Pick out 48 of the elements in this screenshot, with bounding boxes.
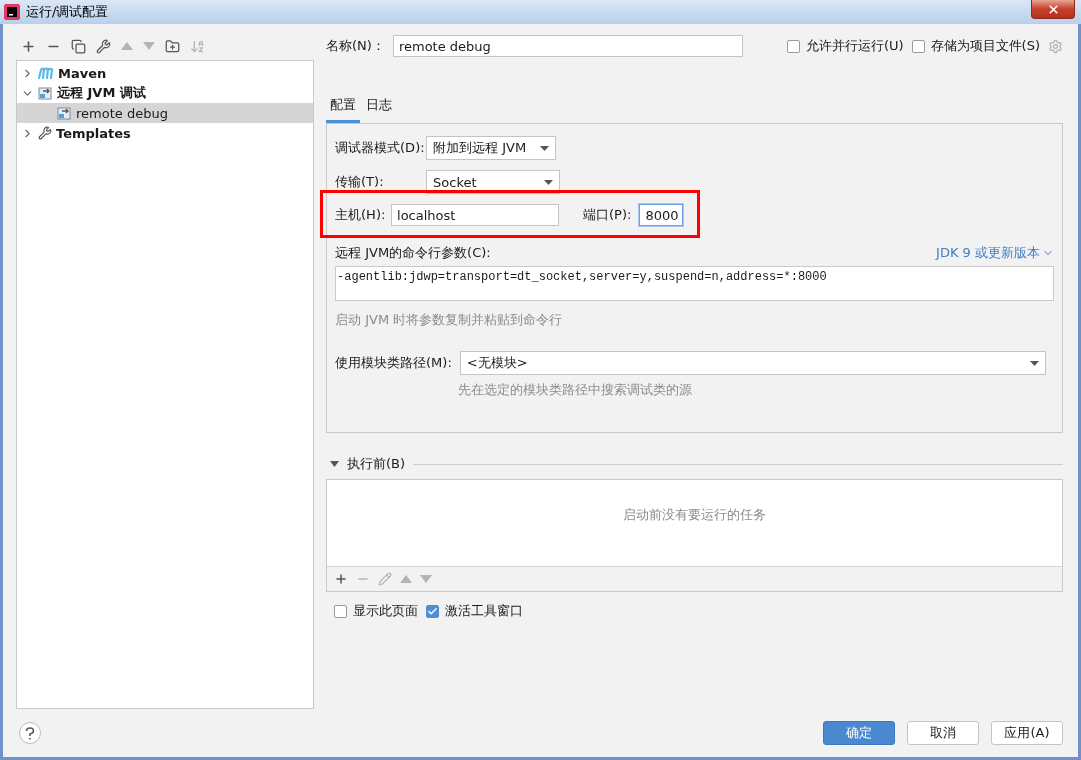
remote-config-icon	[38, 86, 53, 100]
hint-text: 先在选定的模块类路径中搜索调试类的源	[458, 381, 694, 399]
tab[interactable]: 配置	[326, 92, 361, 123]
tree-item[interactable]: Templates	[17, 123, 314, 143]
dropdown-caret-icon	[540, 145, 550, 151]
debugger-mode-dropdown[interactable]: 附加到远程 JVM	[426, 136, 557, 160]
field-label: 远程 JVM的命令行参数(C):	[335, 244, 491, 262]
empty-text: 启动前没有要运行的任务	[623, 506, 766, 524]
checkbox[interactable]: 激活工具窗口	[426, 602, 524, 620]
question-mark-icon	[25, 726, 35, 740]
tree-item[interactable]: remote debug	[17, 103, 314, 123]
port-field[interactable]: 8000	[639, 204, 684, 226]
field-label: 名称(N)：	[326, 37, 385, 55]
folder-plus-icon[interactable]	[164, 37, 181, 55]
remote-config-icon	[57, 106, 72, 120]
dropdown-caret-icon	[544, 179, 554, 185]
hint-text: 启动 JVM 时将参数复制并粘贴到命令行	[335, 311, 564, 329]
checkbox[interactable]: 允许并行运行(U)	[786, 37, 904, 55]
copy-icon[interactable]	[70, 37, 87, 55]
tab[interactable]: 日志	[362, 92, 397, 123]
close-icon	[1046, 2, 1060, 16]
tree-item[interactable]: 远程 JVM 调试	[17, 83, 314, 103]
field-label: 端口(P):	[583, 206, 632, 224]
dialog-button[interactable]: 应用(A)	[991, 721, 1063, 745]
module-dropdown[interactable]: <无模块>	[459, 351, 1046, 375]
field-label: 主机(H):	[335, 206, 384, 224]
help-button[interactable]	[19, 722, 41, 744]
section-title: 执行前(B)	[347, 455, 406, 473]
app-logo-icon	[4, 4, 20, 20]
wrench-icon	[38, 126, 52, 140]
name-field[interactable]: remote debug	[392, 35, 743, 57]
tree-item[interactable]: Maven	[17, 63, 314, 83]
field-label: 传输(T):	[335, 173, 385, 191]
dropdown-caret-icon	[1029, 360, 1039, 366]
dialog-button[interactable]: 取消	[907, 721, 979, 745]
wrench-icon[interactable]	[95, 37, 112, 55]
window-title: 运行/调试配置	[26, 3, 110, 21]
command-line-args-field[interactable]: -agentlib:jdwp=transport=dt_socket,server=y,suspend=n,address=*:8000	[335, 266, 1054, 301]
collapse-triangle-icon[interactable]	[330, 461, 340, 467]
field-label: 使用模块类路径(M):	[335, 354, 452, 372]
checkbox[interactable]: 显示此页面	[334, 602, 419, 620]
checkbox[interactable]: 存储为项目文件(S)	[911, 37, 1040, 55]
host-field[interactable]: localhost	[391, 204, 560, 226]
maven-icon	[38, 67, 54, 79]
check-icon	[427, 605, 439, 617]
close-button[interactable]	[1031, 0, 1075, 19]
jdk-version-link[interactable]: JDK 9 或更新版本	[936, 244, 1054, 262]
dialog-button[interactable]: 确定	[823, 721, 895, 745]
